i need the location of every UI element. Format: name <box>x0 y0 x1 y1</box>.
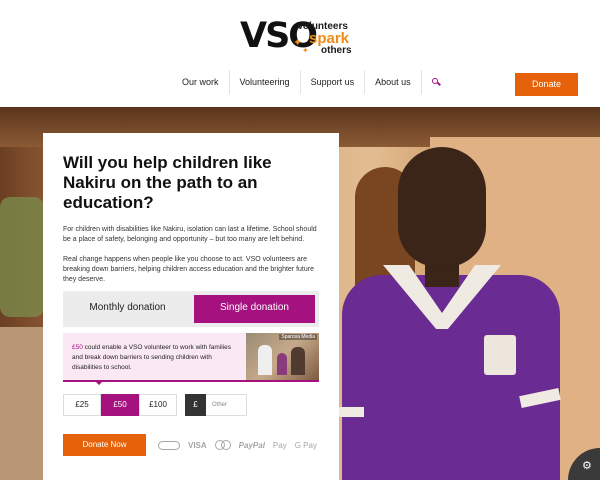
paypal-icon: PayPal <box>238 440 265 450</box>
nav-volunteering[interactable]: Volunteering <box>230 70 301 94</box>
currency-symbol: £ <box>185 394 206 416</box>
hero-title: Will you help children like Nakiru on th… <box>63 153 272 212</box>
direct-debit-icon <box>158 440 180 450</box>
google-pay-icon: G Pay <box>294 440 317 450</box>
apple-pay-icon: Pay <box>272 440 287 450</box>
nav-support-us[interactable]: Support us <box>301 70 366 94</box>
amount-50-button[interactable]: £50 <box>101 394 139 416</box>
mastercard-icon <box>214 440 231 450</box>
spark-icon: ✦ <box>302 46 309 55</box>
donation-type-tabs: Monthly donation Single donation <box>63 291 319 327</box>
spark-icon: ✦ <box>293 37 303 49</box>
donate-now-button[interactable]: Donate Now <box>63 434 146 456</box>
nav-our-work[interactable]: Our work <box>172 70 230 94</box>
impact-info-box: £50 could enable a VSO volunteer to work… <box>63 333 319 382</box>
tab-monthly-donation[interactable]: Monthly donation <box>67 295 188 323</box>
amount-options: £25 £50 £100 £ Other <box>63 394 247 416</box>
other-amount-field[interactable]: £ Other <box>185 394 247 416</box>
site-header: VSO Volunteers spark others ✦ ✦ Our work… <box>0 0 600 107</box>
photo-credit: Sparosa Media <box>279 334 317 340</box>
visa-icon: VISA <box>188 440 207 450</box>
info-pointer <box>94 380 104 385</box>
impact-amount: £50 <box>72 344 83 351</box>
search-icon[interactable] <box>422 70 448 94</box>
tab-single-donation[interactable]: Single donation <box>194 295 315 323</box>
amount-100-button[interactable]: £100 <box>139 394 177 416</box>
hero-paragraph-2: Real change happens when people like you… <box>63 256 314 283</box>
gear-icon: ⚙ <box>582 460 592 472</box>
other-amount-input[interactable]: Other <box>206 395 246 415</box>
payment-methods: VISA PayPal Pay G Pay <box>158 434 317 456</box>
amount-25-button[interactable]: £25 <box>63 394 101 416</box>
main-nav: Our work Volunteering Support us About u… <box>172 70 448 94</box>
donation-card: Will you help children like Nakiru on th… <box>43 133 339 480</box>
nav-about-us[interactable]: About us <box>365 70 422 94</box>
impact-description: could enable a VSO volunteer to work wit… <box>72 344 231 371</box>
impact-photo: Sparosa Media <box>246 333 319 380</box>
vso-logo[interactable]: VSO Volunteers spark others ✦ ✦ <box>240 14 360 58</box>
logo-tag-others: others <box>321 45 352 56</box>
donate-button[interactable]: Donate <box>515 73 578 96</box>
logo-tag-spark: spark <box>309 30 350 47</box>
impact-text: £50 could enable a VSO volunteer to work… <box>72 343 238 373</box>
hero-paragraph-1: For children with disabilities like Naki… <box>63 226 317 243</box>
